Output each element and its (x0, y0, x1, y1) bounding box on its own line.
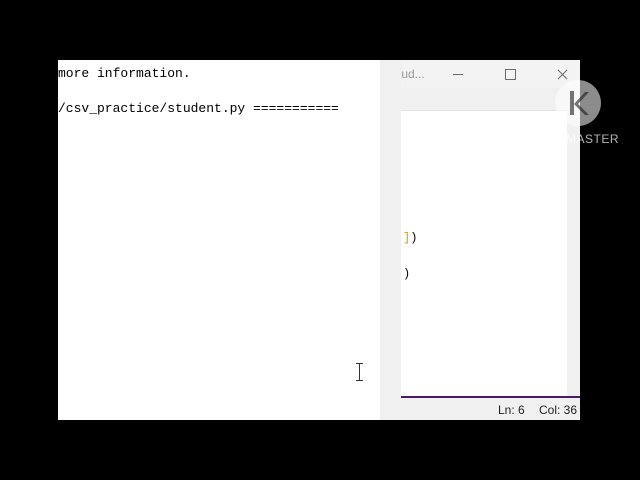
editor-scrollbar[interactable] (567, 111, 580, 404)
editor-title: tud... (398, 67, 425, 81)
shell-restart-line: /csv_practice/student.py =========== (58, 101, 339, 116)
shell-output-area[interactable]: more information. /csv_practice/student.… (58, 60, 380, 420)
editor-code-area[interactable]: ]) ) (381, 111, 567, 404)
text-cursor-icon (356, 363, 364, 381)
shell-output-line: more information. (58, 66, 191, 81)
minimize-icon[interactable] (447, 64, 469, 84)
kinemaster-logo-icon (555, 80, 601, 126)
maximize-icon[interactable] (499, 64, 521, 84)
code-line-fragment: ) (403, 267, 411, 281)
code-line-fragment: ]) (403, 231, 417, 245)
status-column-number: Col: 36 (539, 403, 578, 417)
kinemaster-watermark: KINEMASTER (534, 78, 624, 150)
python-shell-window: more information. /csv_practice/student.… (58, 60, 401, 420)
editor-statusbar: Ln: 6 Col: 36 (381, 396, 580, 420)
kinemaster-wordmark: KINEMASTER (536, 132, 620, 146)
shell-scrollbar[interactable] (380, 60, 401, 420)
status-line-number: Ln: 6 (498, 403, 525, 417)
code-paren: ) (410, 231, 418, 245)
screen-recording-frame: tud... ]) ) Ln: 6 Col: 36 more informati… (0, 0, 640, 480)
